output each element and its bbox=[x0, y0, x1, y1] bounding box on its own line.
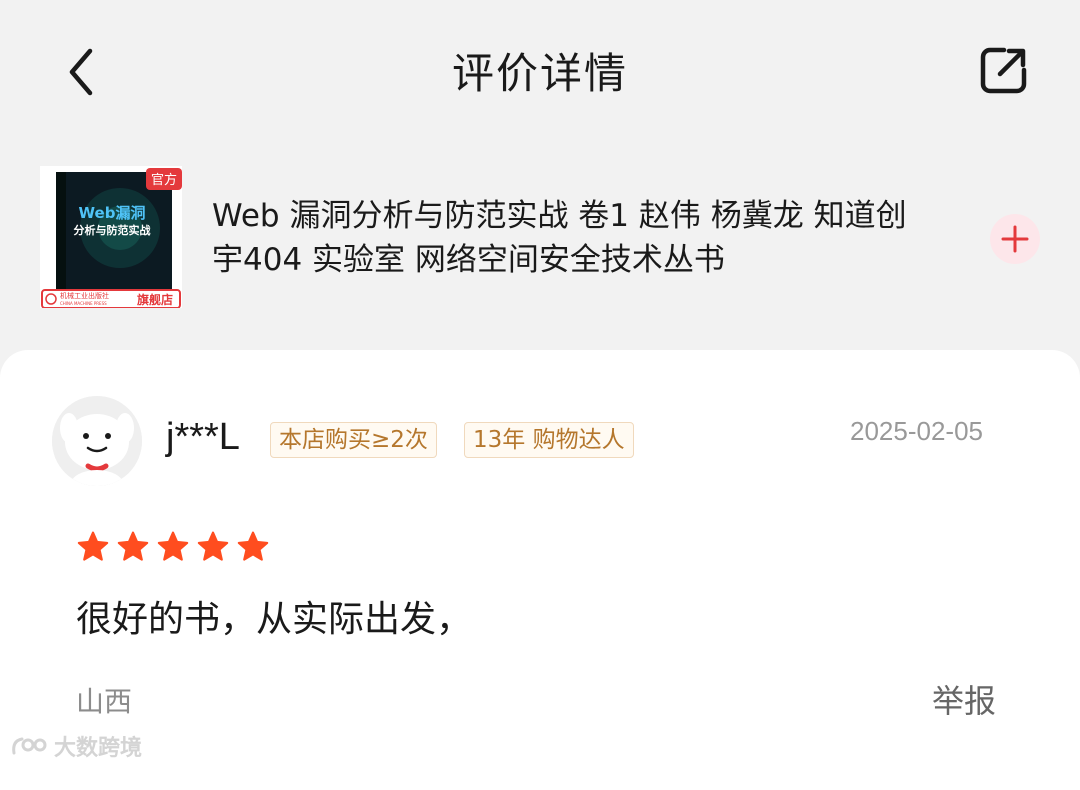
cover-title-line2: 分析与防范实战 bbox=[74, 223, 151, 237]
repeat-purchase-badge: 本店购买≥2次 bbox=[270, 422, 437, 458]
star-icon bbox=[77, 531, 109, 561]
cover-store-badge: 旗舰店 bbox=[137, 292, 173, 307]
product-cover-image[interactable]: Web漏洞 分析与防范实战 官方 机械工业出版社 CHINA MACHINE P… bbox=[40, 166, 182, 308]
page-title: 评价详情 bbox=[451, 49, 628, 98]
username: j***L bbox=[166, 416, 240, 458]
star-icon bbox=[117, 531, 149, 561]
watermark-logo-icon bbox=[12, 737, 47, 755]
shopper-level-badge: 13年 购物达人 bbox=[464, 422, 634, 458]
share-button[interactable] bbox=[978, 44, 1034, 100]
report-button[interactable]: 举报 bbox=[932, 676, 996, 722]
joy-dog-avatar-icon bbox=[52, 396, 142, 486]
star-icon bbox=[157, 531, 189, 561]
review-card: j***L 本店购买≥2次 13年 购物达人 2025-02-05 很好的书，从… bbox=[0, 350, 1080, 790]
star-rating bbox=[76, 530, 270, 564]
review-text: 很好的书，从实际出发， bbox=[76, 599, 473, 640]
add-to-cart-button[interactable] bbox=[990, 214, 1040, 264]
cover-official-tag: 官方 bbox=[151, 172, 177, 188]
star-icon bbox=[237, 531, 269, 561]
watermark-text: 大数跨境 bbox=[54, 736, 143, 761]
cover-title-line1: Web漏洞 bbox=[79, 204, 146, 222]
watermark: 大数跨境 bbox=[10, 730, 142, 762]
product-title[interactable]: Web 漏洞分析与防范实战 卷1 赵伟 杨冀龙 知道创宇404 实验室 网络空间… bbox=[212, 194, 912, 282]
reviewer-location: 山西 bbox=[76, 685, 133, 718]
share-icon bbox=[980, 47, 1027, 94]
cover-publisher: 机械工业出版社 bbox=[60, 291, 109, 300]
review-date: 2025-02-05 bbox=[850, 416, 983, 446]
avatar[interactable] bbox=[52, 396, 142, 486]
product-summary[interactable]: Web漏洞 分析与防范实战 官方 机械工业出版社 CHINA MACHINE P… bbox=[0, 160, 1080, 320]
plus-icon bbox=[1001, 225, 1029, 253]
cover-publisher-en: CHINA MACHINE PRESS bbox=[60, 301, 107, 306]
star-icon bbox=[197, 531, 229, 561]
top-bar: 评价详情 bbox=[0, 0, 1080, 140]
